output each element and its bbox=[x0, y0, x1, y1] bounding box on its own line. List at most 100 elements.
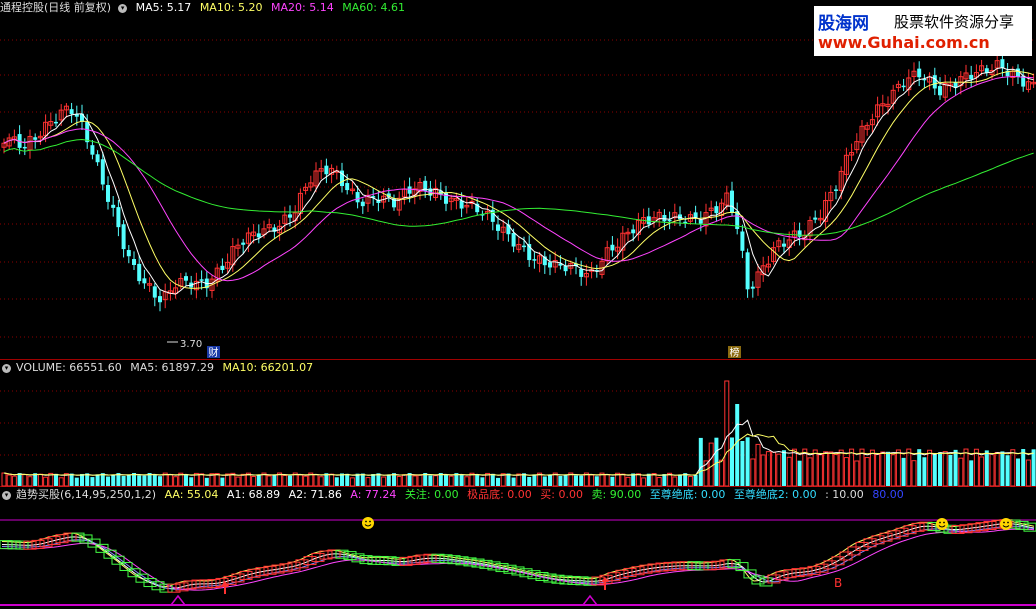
volume-bar-down bbox=[579, 475, 584, 486]
volume-bar-up bbox=[875, 453, 881, 487]
volume-bar-down bbox=[506, 473, 511, 486]
volume-bar-down bbox=[678, 474, 682, 486]
volume-bar-down bbox=[735, 404, 740, 486]
volume-bar-up bbox=[823, 451, 829, 487]
volume-bar-up bbox=[911, 460, 917, 487]
volume-bar-up bbox=[412, 475, 418, 487]
volume-bar-up bbox=[979, 456, 985, 487]
volume-bar-down bbox=[558, 475, 563, 486]
dropdown-circle-icon[interactable]: ▾ bbox=[2, 490, 11, 500]
volume-bar-up bbox=[589, 474, 595, 487]
volume-bar-up bbox=[448, 475, 454, 487]
smiley-icon bbox=[1000, 518, 1012, 530]
candle-body-down bbox=[1000, 59, 1005, 69]
indicator-pane[interactable]: B ▾ 趋势买股(6,14,95,250,1,2) AA: 55.04 A1: 6… bbox=[0, 487, 1036, 609]
volume-bar-down bbox=[938, 452, 942, 486]
volume-bar-up bbox=[854, 460, 860, 487]
candle-body-down bbox=[137, 263, 142, 282]
volume-bar-up bbox=[817, 454, 823, 487]
candle-body-down bbox=[730, 190, 734, 213]
jipindi-label: 极品底: 0.00 bbox=[467, 488, 532, 501]
value-10-label: : 10.00 bbox=[825, 488, 864, 501]
candle-body-down bbox=[95, 154, 100, 163]
a1-line bbox=[1, 523, 1035, 589]
volume-bar-up bbox=[282, 474, 288, 487]
dropdown-circle-icon[interactable]: ▾ bbox=[2, 363, 11, 373]
candle-body-down bbox=[511, 232, 516, 247]
smiley-eye bbox=[1007, 521, 1009, 524]
watermark-tagline: 股票软件资源分享 bbox=[894, 13, 1015, 31]
value-80-label: 80.00 bbox=[872, 488, 904, 501]
vol-ma10-label: MA10: 66201.07 bbox=[222, 361, 314, 374]
volume-bar-down bbox=[480, 477, 485, 486]
candle-body-down bbox=[111, 204, 116, 208]
a2-label: A2: 71.86 bbox=[288, 488, 342, 501]
volume-bar-down bbox=[730, 437, 734, 486]
volume-bar-up bbox=[329, 473, 335, 487]
candle-body-down bbox=[106, 185, 110, 202]
volume-bar-up bbox=[349, 477, 355, 487]
candle-body-down bbox=[901, 85, 906, 88]
smiley-eye bbox=[939, 521, 941, 524]
volume-pane[interactable]: ▾ VOLUME: 66551.60 MA5: 61897.29 MA10: 66… bbox=[0, 360, 1036, 487]
candle-body-down bbox=[563, 265, 568, 272]
volume-bar-up bbox=[1025, 459, 1031, 487]
volume-bar-down bbox=[917, 449, 922, 486]
volume-bar-up bbox=[199, 473, 205, 487]
b-marker-label: B bbox=[834, 576, 842, 590]
volume-bar-up bbox=[890, 454, 896, 487]
volume-bar-down bbox=[969, 460, 974, 486]
volume-bar-down bbox=[189, 477, 194, 486]
volume-bar-down bbox=[698, 437, 703, 486]
volume-bar-up bbox=[765, 451, 771, 487]
volume-bar-up bbox=[167, 474, 173, 487]
volume-bar-up bbox=[719, 459, 725, 487]
volume-bar-up bbox=[869, 449, 875, 487]
volume-bar-down bbox=[137, 475, 142, 486]
candle-body-down bbox=[22, 146, 27, 149]
volume-bar-down bbox=[121, 476, 126, 486]
dropdown-circle-icon[interactable]: ▾ bbox=[118, 3, 128, 13]
volume-bar-up bbox=[880, 451, 886, 487]
volume-bar-down bbox=[693, 474, 698, 486]
candle-body-down bbox=[360, 201, 365, 207]
volume-bar-down bbox=[220, 477, 225, 486]
volume-bar-down bbox=[17, 473, 22, 486]
volume-bar-down bbox=[74, 477, 79, 486]
volume-bar-up bbox=[58, 477, 64, 487]
watermark-brand: 股海网 bbox=[818, 14, 869, 34]
volume-bar-down bbox=[345, 473, 350, 486]
volume-bar-down bbox=[662, 474, 667, 486]
candle-body-down bbox=[152, 286, 157, 298]
volume-bar-up bbox=[833, 453, 839, 487]
volume-bar-up bbox=[516, 473, 522, 487]
candle-body-down bbox=[100, 159, 105, 185]
volume-bar-down bbox=[563, 475, 568, 486]
volume-bar-down bbox=[594, 476, 599, 486]
volume-bar-up bbox=[994, 451, 1000, 487]
vol-ma5-label: MA5: 61897.29 bbox=[130, 361, 214, 374]
volume-bar-down bbox=[984, 450, 989, 486]
candle-body-down bbox=[85, 122, 90, 143]
candle-body-down bbox=[288, 214, 292, 218]
volume-bar-down bbox=[204, 477, 209, 486]
volume-bar-up bbox=[771, 451, 777, 487]
candle-body-down bbox=[969, 74, 974, 80]
candle-body-down bbox=[938, 86, 942, 96]
candle-body-down bbox=[740, 231, 745, 251]
volume-bar-down bbox=[1005, 455, 1010, 486]
candle-body-down bbox=[917, 68, 922, 78]
candle-body-down bbox=[782, 243, 786, 247]
volume-bar-down bbox=[106, 476, 110, 486]
candle-body-down bbox=[522, 245, 526, 248]
candle-body-down bbox=[745, 252, 750, 290]
volume-bar-up bbox=[604, 474, 610, 487]
candle-body-down bbox=[797, 230, 802, 237]
candle-body-down bbox=[667, 219, 672, 222]
volume-bar-down bbox=[1021, 449, 1026, 486]
volume-bar-up bbox=[942, 451, 948, 487]
candle-body-down bbox=[184, 276, 188, 281]
watermark-logo: 股海网 股票软件资源分享 www.Guhai.com.cn bbox=[814, 6, 1032, 56]
volume-bar-down bbox=[272, 475, 277, 486]
volume-bar-up bbox=[672, 476, 678, 487]
